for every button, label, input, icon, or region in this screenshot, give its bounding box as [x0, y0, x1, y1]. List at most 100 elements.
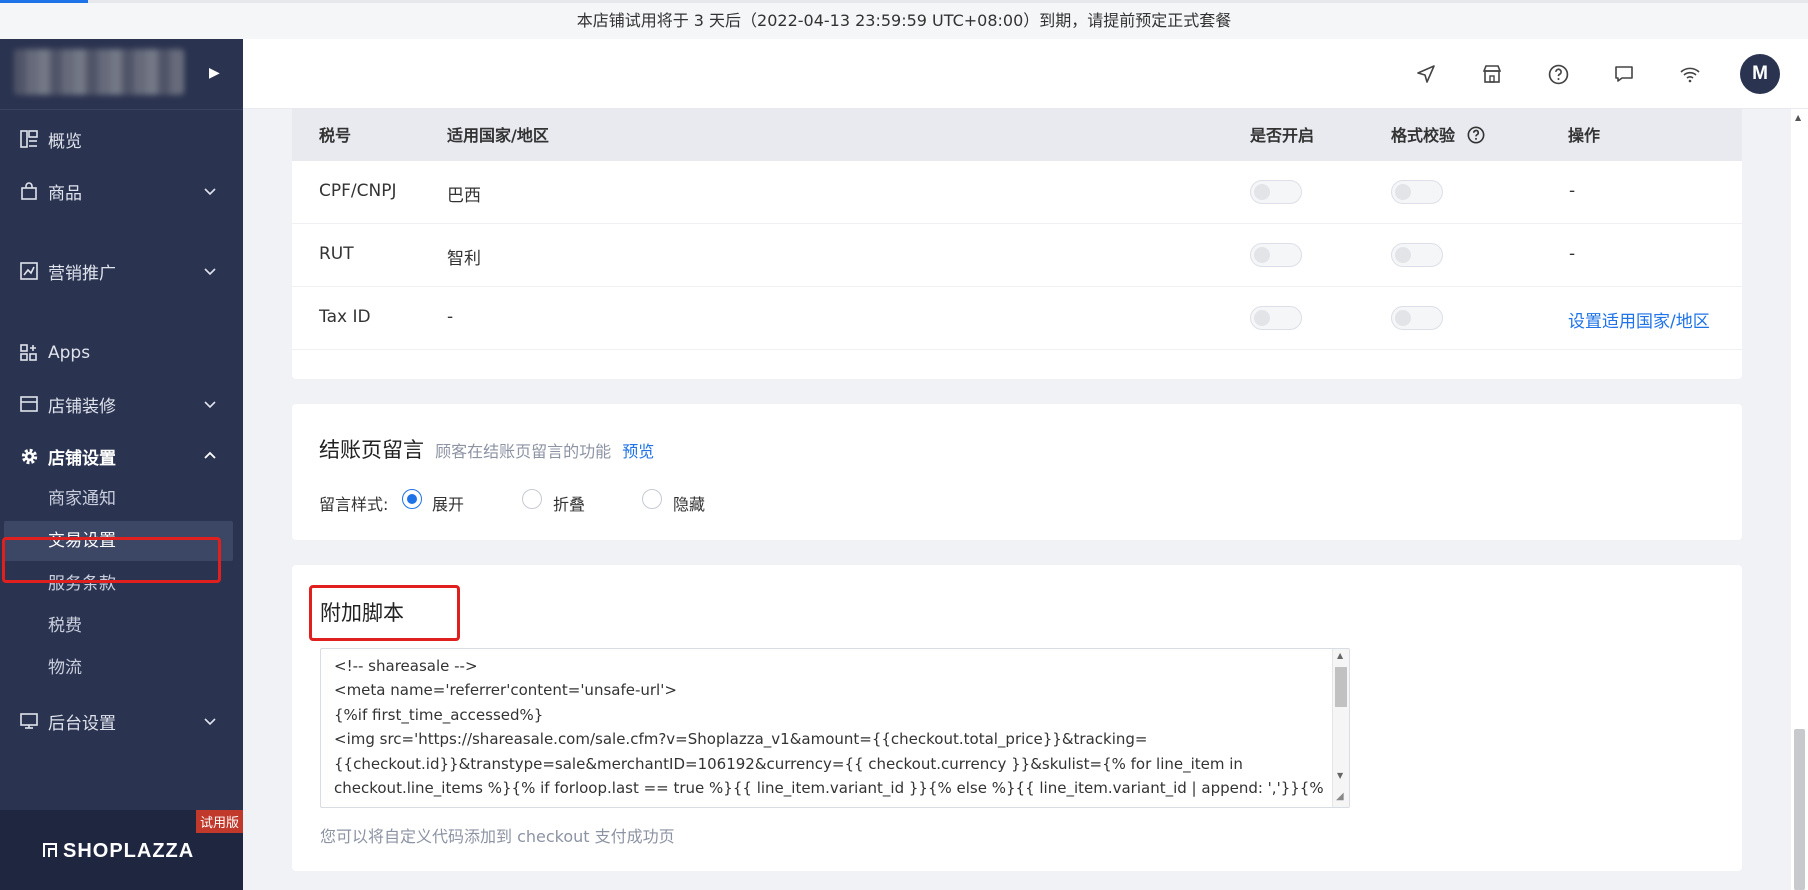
region-cell: 智利: [447, 249, 481, 269]
code-line: <meta name='referrer'content='unsafe-url…: [334, 681, 677, 699]
preview-link[interactable]: 预览: [622, 442, 654, 461]
region-cell: -: [447, 307, 454, 327]
brand-footer: 试用版 SHOPLAZZA: [0, 810, 243, 890]
chevron-down-icon: [203, 263, 217, 283]
tax-id-cell: RUT: [319, 244, 354, 264]
action-cell: -: [1569, 181, 1576, 201]
wifi-icon[interactable]: [1677, 61, 1703, 87]
column-header-tax-id: 税号: [319, 126, 352, 145]
scroll-up-icon[interactable]: ▲: [1337, 651, 1343, 660]
set-region-link[interactable]: 设置适用国家/地区: [1568, 307, 1710, 332]
textarea-scrollbar[interactable]: ▲ ▼ ◢: [1332, 649, 1349, 807]
sidebar-item-apps[interactable]: Apps: [0, 333, 243, 373]
page-scrollbar[interactable]: ▲: [1791, 109, 1808, 890]
tax-id-cell: CPF/CNPJ: [319, 181, 397, 201]
scroll-up-icon[interactable]: ▲: [1795, 113, 1801, 122]
store-logo: [14, 49, 184, 95]
radio-collapse[interactable]: [522, 489, 542, 509]
section-title: 结账页留言: [319, 438, 424, 462]
table-row: RUT 智利 -: [292, 224, 1742, 287]
region-cell: 巴西: [447, 186, 481, 206]
loading-progress: [0, 0, 88, 3]
sidebar-item-label: 概览: [48, 131, 82, 152]
radio-expand[interactable]: [402, 489, 422, 509]
brand-name: SHOPLAZZA: [63, 840, 195, 862]
gear-icon: [18, 445, 40, 467]
chat-icon[interactable]: [1611, 61, 1637, 87]
column-header-region: 适用国家/地区: [447, 126, 549, 145]
script-hint: 您可以将自定义代码添加到 checkout 支付成功页: [320, 827, 675, 846]
chevron-down-icon: [203, 713, 217, 733]
table-row: CPF/CNPJ 巴西 -: [292, 161, 1742, 224]
radio-hide-label[interactable]: 隐藏: [673, 491, 705, 515]
resize-handle-icon[interactable]: ◢: [1336, 791, 1344, 802]
sidebar-item-admin-settings[interactable]: 后台设置: [0, 701, 243, 741]
column-header-format-check: 格式校验: [1391, 122, 1485, 148]
radio-expand-label[interactable]: 展开: [432, 491, 464, 515]
highlight-box-sidebar: [2, 537, 221, 583]
help-icon[interactable]: [1545, 61, 1571, 87]
column-header-enabled: 是否开启: [1250, 126, 1315, 145]
enable-toggle[interactable]: [1250, 243, 1302, 267]
bag-icon: [18, 180, 40, 202]
scroll-down-icon[interactable]: ▼: [1337, 771, 1343, 780]
code-line: <!-- shareasale -->: [334, 657, 478, 675]
action-cell: -: [1569, 244, 1576, 264]
sidebar-item-label: 后台设置: [48, 713, 116, 734]
monitor-icon: [18, 710, 40, 732]
checkout-message-card: 结账页留言 顾客在结账页留言的功能 预览 留言样式: 展开 折叠 隐藏: [292, 404, 1742, 540]
sidebar-item-store-settings[interactable]: 店铺设置: [0, 436, 243, 476]
marketing-icon: [18, 260, 40, 282]
avatar[interactable]: M: [1740, 54, 1780, 94]
send-icon[interactable]: [1413, 61, 1439, 87]
code-line: {{checkout.id}}&transtype=sale&merchantI…: [334, 755, 1243, 773]
overview-icon: [18, 128, 40, 150]
checkout-message-header: 结账页留言 顾客在结账页留言的功能 预览: [319, 434, 654, 464]
sidebar: ▶ 概览 商品 营销推广 Apps 店铺装修 店铺设置 商家通知 交易设置 服务…: [0, 39, 243, 890]
column-header-label: 格式校验: [1391, 126, 1456, 145]
additional-script-card: 附加脚本 <!-- shareasale --> <meta name='ref…: [292, 565, 1742, 871]
sidebar-item-store-design[interactable]: 店铺装修: [0, 384, 243, 424]
scrollbar-thumb[interactable]: [1794, 729, 1805, 890]
radio-hide[interactable]: [642, 489, 662, 509]
scrollbar-thumb[interactable]: [1335, 667, 1347, 707]
format-check-toggle[interactable]: [1391, 306, 1443, 330]
sidebar-sub-taxes[interactable]: 税费: [0, 606, 243, 646]
trial-version-badge: 试用版: [195, 810, 243, 833]
top-bar: M: [243, 39, 1808, 109]
section-description: 顾客在结账页留言的功能: [435, 442, 612, 461]
sidebar-sub-shipping[interactable]: 物流: [0, 648, 243, 688]
message-style-label: 留言样式:: [319, 495, 389, 514]
highlight-box-title: [309, 585, 460, 641]
sidebar-item-label: 商品: [48, 183, 82, 204]
code-line: {%if first_time_accessed%}: [334, 706, 544, 724]
shoplazza-logo: SHOPLAZZA: [42, 840, 194, 863]
tax-id-card: 税号 适用国家/地区 是否开启 格式校验 操作 CPF/CNPJ 巴西 - RU…: [292, 109, 1742, 379]
format-check-toggle[interactable]: [1391, 180, 1443, 204]
format-check-toggle[interactable]: [1391, 243, 1443, 267]
enable-toggle[interactable]: [1250, 306, 1302, 330]
sidebar-item-marketing[interactable]: 营销推广: [0, 251, 243, 291]
sidebar-item-products[interactable]: 商品: [0, 171, 243, 211]
chevron-right-icon: ▶: [209, 65, 220, 81]
store-switcher[interactable]: ▶: [0, 39, 243, 110]
script-textarea[interactable]: <!-- shareasale --> <meta name='referrer…: [320, 648, 1350, 808]
tax-id-cell: Tax ID: [319, 307, 371, 327]
help-icon[interactable]: [1467, 126, 1485, 148]
store-icon[interactable]: [1479, 61, 1505, 87]
trial-banner-text: 本店铺试用将于 3 天后（2022-04-13 23:59:59 UTC+08:…: [576, 11, 1232, 30]
chevron-down-icon: [203, 396, 217, 416]
trial-banner: 本店铺试用将于 3 天后（2022-04-13 23:59:59 UTC+08:…: [0, 0, 1808, 39]
store-design-icon: [18, 393, 40, 415]
sidebar-sub-merchant-notice[interactable]: 商家通知: [0, 479, 243, 519]
sidebar-item-label: 店铺设置: [48, 448, 116, 469]
chevron-up-icon: [203, 448, 217, 468]
table-row: Tax ID - 设置适用国家/地区: [292, 287, 1742, 350]
radio-collapse-label[interactable]: 折叠: [553, 491, 585, 515]
sidebar-item-label: 店铺装修: [48, 396, 116, 417]
column-header-action: 操作: [1568, 126, 1601, 145]
sidebar-item-overview[interactable]: 概览: [0, 119, 243, 159]
enable-toggle[interactable]: [1250, 180, 1302, 204]
code-line: checkout.line_items %}{% if forloop.last…: [334, 779, 1324, 797]
code-line: <img src='https://shareasale.com/sale.cf…: [334, 730, 1148, 748]
